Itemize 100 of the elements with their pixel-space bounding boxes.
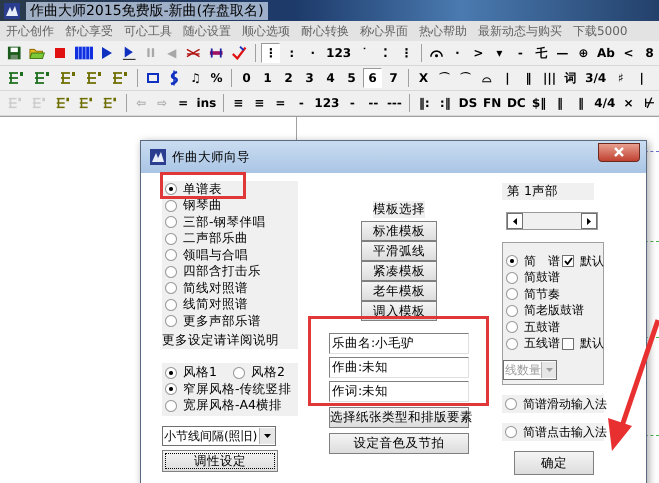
toolbar-button[interactable]: 7 xyxy=(384,68,403,88)
toolbar-button[interactable]: - xyxy=(510,43,530,63)
toolbar-button[interactable]: ⋮ xyxy=(396,43,416,63)
menu-item[interactable]: 舒心享受 xyxy=(65,22,113,40)
toolbar-button[interactable]: 6 xyxy=(363,68,382,88)
toolbar-button[interactable]: - xyxy=(342,93,362,113)
toolbar-button[interactable]: 3/4 xyxy=(582,68,610,88)
radio-button[interactable] xyxy=(165,400,177,412)
toolbar-button[interactable]: · xyxy=(303,43,322,63)
toolbar-button[interactable]: 乇 xyxy=(532,43,551,63)
toolbar-button[interactable]: | xyxy=(632,68,652,88)
toolbar-button[interactable]: | xyxy=(498,68,517,88)
toolbar-button[interactable]: DC xyxy=(505,93,528,113)
menu-item[interactable]: 顺心选项 xyxy=(242,22,290,40)
input-field[interactable]: 作曲:未知 xyxy=(329,357,469,378)
radio-button[interactable] xyxy=(506,338,518,350)
toolbar-button[interactable]: 0 xyxy=(237,68,256,88)
radio-button[interactable] xyxy=(165,315,177,328)
radio-button[interactable] xyxy=(165,216,177,228)
bar-spacing-dropdown[interactable]: 小节线间隔(照旧) xyxy=(162,426,276,446)
toolbar-button[interactable]: ⌒ xyxy=(456,68,475,88)
toolbar-button[interactable]: ⊕ xyxy=(574,43,593,63)
toolbar-button[interactable]: ⊬ xyxy=(640,93,659,113)
radio-button[interactable] xyxy=(506,272,518,284)
radio-button[interactable] xyxy=(165,366,177,379)
template-button[interactable]: 紧凑模板 xyxy=(361,261,437,281)
radio-button[interactable] xyxy=(165,282,177,294)
toolbar-button[interactable]: 123 xyxy=(312,93,341,113)
menu-item[interactable]: 耐心转换 xyxy=(301,22,349,40)
checkbox[interactable] xyxy=(562,338,574,350)
toolbar-button[interactable]: 词 xyxy=(561,68,580,88)
toolbar-button[interactable]: ⋮ xyxy=(261,43,280,63)
radio-button[interactable] xyxy=(506,288,518,300)
toolbar-button[interactable]: — xyxy=(552,43,572,63)
toolbar-button[interactable]: 123 xyxy=(324,43,353,63)
menu-item[interactable]: 称心界面 xyxy=(360,22,408,40)
input-field[interactable]: 乐曲名:小毛驴 xyxy=(329,333,469,354)
template-button[interactable]: 标准模板 xyxy=(361,221,437,241)
toolbar-button[interactable]: ⌒ xyxy=(435,68,454,88)
radio-button[interactable] xyxy=(506,304,518,317)
toolbar-button[interactable]: 3 xyxy=(300,68,319,88)
toolbar-button[interactable]: --- xyxy=(384,93,404,113)
toolbar-button[interactable]: -- xyxy=(364,93,383,113)
menu-item[interactable]: 可心工具 xyxy=(124,22,172,40)
toolbar-button[interactable]: Ab xyxy=(594,43,618,63)
toolbar-button[interactable]: :‖ xyxy=(436,93,455,113)
key-settings-button[interactable]: 调性设定 xyxy=(162,450,278,472)
menu-item[interactable]: 开心创作 xyxy=(6,22,54,40)
toolbar-button[interactable]: ▾ xyxy=(490,43,509,63)
toolbar-button[interactable]: = xyxy=(174,93,193,113)
toolbar-button[interactable]: 4/4 xyxy=(592,93,618,113)
radio-button[interactable] xyxy=(165,383,177,396)
template-button[interactable]: 老年模板 xyxy=(361,281,437,301)
radio-button[interactable] xyxy=(165,266,177,278)
menu-item[interactable]: 最新动态与购买 xyxy=(478,22,562,40)
checkbox[interactable] xyxy=(562,255,574,268)
radio-button[interactable] xyxy=(505,398,517,410)
toolbar-button[interactable]: ‖ xyxy=(550,93,570,113)
toolbar-button[interactable]: ‖ xyxy=(519,68,538,88)
tone-tempo-button[interactable]: 设定音色及节拍 xyxy=(329,433,469,454)
scroll-bar[interactable] xyxy=(506,212,598,230)
toolbar-button[interactable]: 2 xyxy=(279,68,298,88)
input-field[interactable]: 作词:未知 xyxy=(329,381,469,402)
toolbar-button[interactable]: < xyxy=(619,43,638,63)
toolbar-button[interactable]: ‖: xyxy=(414,93,434,113)
radio-button[interactable] xyxy=(165,232,177,245)
close-button[interactable] xyxy=(598,142,640,162)
toolbar-button[interactable]: > xyxy=(468,43,488,63)
toolbar-button[interactable]: ♯ xyxy=(611,68,630,88)
toolbar-button[interactable]: ins xyxy=(194,93,218,113)
toolbar-button[interactable]: DS xyxy=(456,93,480,113)
radio-button[interactable] xyxy=(505,426,517,438)
radio-button[interactable] xyxy=(506,321,518,334)
toolbar-button[interactable]: × xyxy=(619,93,638,113)
toolbar-button[interactable]: ≡ xyxy=(228,93,248,113)
toolbar-button[interactable]: $‖ xyxy=(530,93,549,113)
toolbar-button[interactable]: · xyxy=(448,43,467,63)
radio-button[interactable] xyxy=(165,249,177,262)
toolbar-button[interactable]: % xyxy=(207,68,226,88)
toolbar-button[interactable]: ‖ xyxy=(572,93,591,113)
toolbar-button[interactable]: : xyxy=(282,43,302,63)
radio-button[interactable] xyxy=(165,200,177,212)
radio-button[interactable] xyxy=(165,298,177,311)
menu-item[interactable]: 热心帮助 xyxy=(419,22,467,40)
menu-item[interactable]: 随心设置 xyxy=(183,22,231,40)
radio-button[interactable] xyxy=(232,366,245,379)
toolbar-button[interactable]: ⁚ xyxy=(376,43,395,63)
toolbar-button[interactable]: ♫ xyxy=(186,68,205,88)
toolbar-button[interactable]: ≡ xyxy=(250,93,269,113)
toolbar-button[interactable]: ||| xyxy=(540,68,560,88)
toolbar-button[interactable]: ˙ xyxy=(354,43,374,63)
toolbar-button[interactable]: ⌓ xyxy=(477,68,496,88)
ok-button[interactable]: 确定 xyxy=(514,451,594,475)
radio-button[interactable] xyxy=(506,255,518,268)
toolbar-button[interactable]: 5 xyxy=(342,68,361,88)
template-button[interactable]: 平滑弧线 xyxy=(361,241,437,261)
radio-button[interactable] xyxy=(165,183,177,196)
toolbar-button[interactable]: = xyxy=(270,93,290,113)
toolbar-button[interactable]: 4 xyxy=(321,68,340,88)
toolbar-button[interactable]: FN xyxy=(481,93,504,113)
